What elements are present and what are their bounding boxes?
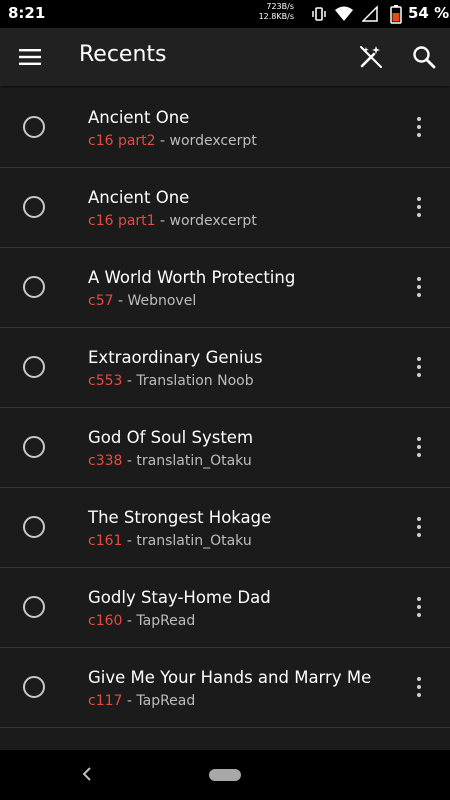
- chapter-label: c553: [88, 373, 123, 389]
- more-options-button[interactable]: [408, 515, 430, 539]
- source-label: - translatin_Otaku: [122, 453, 252, 469]
- chapter-label: c161: [88, 533, 123, 549]
- navigation-bar: [0, 750, 450, 800]
- cell-signal-icon: [362, 5, 378, 22]
- recent-item[interactable]: Godly Stay-Home Dad c160 - TapRead: [0, 568, 450, 648]
- more-options-button[interactable]: [408, 195, 430, 219]
- more-options-button[interactable]: [408, 435, 430, 459]
- novel-title: Godly Stay-Home Dad: [88, 588, 271, 607]
- chapter-info: c161 - translatin_Otaku: [88, 533, 252, 549]
- recent-item[interactable]: The Strongest Hokage c161 - translatin_O…: [0, 488, 450, 568]
- select-radio-button[interactable]: [23, 516, 45, 538]
- chapter-label: c160: [88, 613, 123, 629]
- select-radio-button[interactable]: [23, 436, 45, 458]
- page-title: Recents: [79, 42, 167, 67]
- chapter-label: c16 part1: [88, 213, 156, 229]
- novel-title: Ancient One: [88, 188, 190, 207]
- auto-fix-button[interactable]: [358, 44, 384, 70]
- source-label: - Translation Noob: [122, 373, 254, 389]
- search-icon: [413, 46, 436, 69]
- menu-button[interactable]: [18, 45, 42, 69]
- chapter-info: c16 part1 - wordexcerpt: [88, 213, 257, 229]
- app-toolbar: Recents: [0, 28, 450, 86]
- chapter-info: c338 - translatin_Otaku: [88, 453, 252, 469]
- chapter-info: c160 - TapRead: [88, 613, 195, 629]
- chapter-label: c16 part2: [88, 133, 156, 149]
- more-options-button[interactable]: [408, 595, 430, 619]
- select-radio-button[interactable]: [23, 196, 45, 218]
- select-radio-button[interactable]: [23, 676, 45, 698]
- search-button[interactable]: [411, 44, 437, 70]
- more-options-button[interactable]: [408, 675, 430, 699]
- more-options-button[interactable]: [408, 115, 430, 139]
- network-download-speed: 12.8KB/s: [258, 12, 294, 21]
- recent-item[interactable]: Give Me Your Hands and Marry Me c117 - T…: [0, 648, 450, 728]
- status-bar: 8:21 723B/s 12.8KB/s 54 %: [0, 0, 450, 28]
- novel-title: The Strongest Hokage: [88, 508, 272, 527]
- recent-item[interactable]: A World Worth Protecting c57 - Webnovel: [0, 248, 450, 328]
- battery-icon: [390, 5, 402, 24]
- chapter-label: c117: [88, 693, 123, 709]
- chapter-info: c117 - TapRead: [88, 693, 195, 709]
- source-label: - translatin_Otaku: [122, 533, 252, 549]
- status-time: 8:21: [8, 4, 46, 22]
- vibrate-icon: [312, 7, 326, 21]
- chapter-label: c57: [88, 293, 114, 309]
- back-icon[interactable]: [80, 764, 94, 784]
- more-options-button[interactable]: [408, 355, 430, 379]
- select-radio-button[interactable]: [23, 276, 45, 298]
- select-radio-button[interactable]: [23, 356, 45, 378]
- novel-title: God Of Soul System: [88, 428, 254, 447]
- chapter-info: c57 - Webnovel: [88, 293, 196, 309]
- network-speed: 723B/s 12.8KB/s: [256, 2, 294, 22]
- novel-title: Give Me Your Hands and Marry Me: [88, 668, 372, 687]
- chapter-info: c16 part2 - wordexcerpt: [88, 133, 257, 149]
- source-label: - wordexcerpt: [155, 213, 257, 229]
- recent-item[interactable]: Extraordinary Genius c553 - Translation …: [0, 328, 450, 408]
- recent-item[interactable]: Ancient One c16 part2 - wordexcerpt: [0, 88, 450, 168]
- wifi-icon: [335, 6, 353, 21]
- recent-item[interactable]: Ancient One c16 part1 - wordexcerpt: [0, 168, 450, 248]
- source-label: - wordexcerpt: [155, 133, 257, 149]
- home-pill-button[interactable]: [209, 769, 241, 781]
- select-radio-button[interactable]: [23, 596, 45, 618]
- more-options-button[interactable]: [408, 275, 430, 299]
- auto-fix-off-icon: [360, 46, 382, 68]
- novel-title: A World Worth Protecting: [88, 268, 296, 287]
- recents-list: Ancient One c16 part2 - wordexcerpt Anci…: [0, 88, 450, 750]
- source-label: - TapRead: [122, 613, 196, 629]
- select-radio-button[interactable]: [23, 116, 45, 138]
- chapter-label: c338: [88, 453, 123, 469]
- battery-percentage: 54 %: [408, 4, 450, 22]
- hamburger-menu-icon: [19, 49, 41, 65]
- source-label: - Webnovel: [113, 293, 197, 309]
- novel-title: Ancient One: [88, 108, 190, 127]
- network-upload-speed: 723B/s: [266, 2, 294, 11]
- source-label: - TapRead: [122, 693, 196, 709]
- novel-title: Extraordinary Genius: [88, 348, 263, 367]
- chapter-info: c553 - Translation Noob: [88, 373, 254, 389]
- recent-item[interactable]: God Of Soul System c338 - translatin_Ota…: [0, 408, 450, 488]
